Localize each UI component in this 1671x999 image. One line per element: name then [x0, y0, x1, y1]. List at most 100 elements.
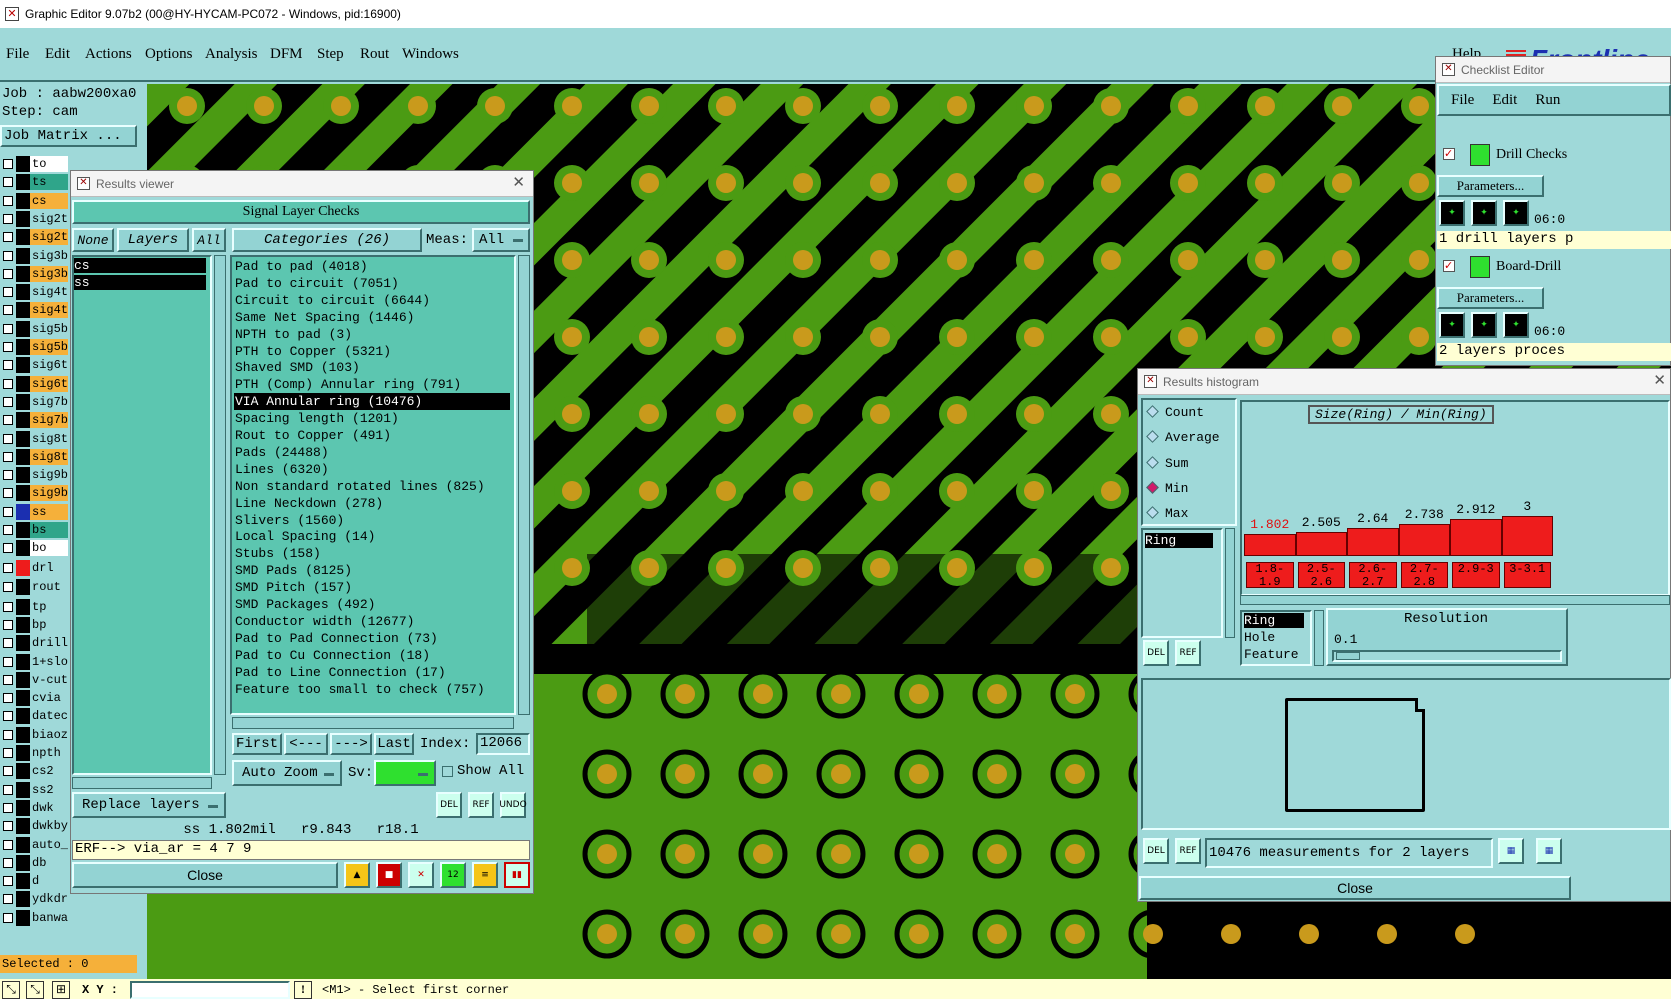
del-button[interactable]: DEL [436, 792, 462, 818]
replace-layers-select[interactable]: Replace layers [72, 792, 226, 818]
layer-name[interactable]: auto_c [30, 836, 68, 853]
hist-del-button[interactable]: DEL [1143, 640, 1169, 666]
histogram-bar[interactable] [1347, 527, 1399, 556]
layer-name[interactable]: biaozhi [30, 726, 68, 743]
category-item[interactable]: Lines (6320) [234, 461, 510, 478]
category-item[interactable]: NPTH to pad (3) [234, 326, 510, 343]
categories-button[interactable]: Categories (26) [232, 228, 422, 252]
layer-checkbox[interactable] [3, 638, 13, 649]
layer-checkbox[interactable] [3, 525, 13, 535]
category-item[interactable]: Pad to Pad Connection (73) [234, 630, 510, 647]
prev-button[interactable]: <--- [284, 733, 328, 755]
layer-name[interactable]: sig6t [30, 375, 68, 392]
layer-checkbox[interactable] [3, 433, 13, 444]
ref-button[interactable]: REF [468, 792, 494, 818]
attr-feature[interactable]: Feature [1244, 647, 1299, 662]
menu-actions[interactable]: Actions [85, 46, 132, 63]
layer-checkbox[interactable] [3, 619, 13, 630]
check-enabled-icon[interactable]: ✓ [1443, 260, 1455, 272]
layer-name[interactable]: sig5b [30, 320, 68, 337]
layer-list-hscrollbar[interactable] [72, 777, 212, 789]
category-item[interactable]: Circuit to circuit (6644) [234, 292, 510, 309]
layer-name[interactable]: sig6t [30, 357, 68, 374]
export2-icon-button[interactable]: ▦ [1536, 838, 1562, 864]
layer-name[interactable]: dwk [30, 799, 68, 816]
layer-checkbox[interactable] [3, 912, 13, 923]
layer-name[interactable]: sig2t [30, 210, 68, 227]
hist-ref-button[interactable]: REF [1175, 640, 1201, 666]
category-item[interactable]: Shaved SMD (103) [234, 359, 510, 376]
layer-checkbox[interactable] [3, 159, 13, 169]
stop-icon-button[interactable]: ■ [376, 862, 402, 888]
zoom-icon[interactable]: ⤡ [2, 981, 20, 999]
run-icon[interactable]: ✦ [1503, 200, 1529, 226]
checklist-item-drill[interactable]: Drill Checks [1496, 147, 1567, 163]
layer-checkbox[interactable] [3, 563, 13, 574]
layer-name[interactable]: sig5b [30, 339, 68, 355]
layer-name[interactable]: sig9b [30, 467, 68, 484]
export-icon-button[interactable]: ▦ [1498, 838, 1524, 864]
job-matrix-button[interactable]: Job Matrix ... [0, 125, 137, 147]
auto-zoom-select[interactable]: Auto Zoom [232, 760, 342, 786]
layer-checkbox[interactable] [3, 177, 13, 188]
layer-row[interactable]: banwai [0, 909, 137, 927]
attr-scrollbar[interactable] [1314, 610, 1324, 666]
menu-analysis[interactable]: Analysis [205, 46, 258, 63]
histogram-bar[interactable] [1398, 524, 1450, 556]
menu-edit[interactable]: Edit [45, 46, 70, 63]
layer-checkbox[interactable] [3, 784, 13, 795]
category-item[interactable]: Pads (24488) [234, 444, 510, 461]
layer-name[interactable]: d [30, 873, 68, 890]
category-item[interactable]: Feature too small to check (757) [234, 681, 510, 698]
layer-name[interactable]: bo [30, 540, 68, 557]
menu-windows[interactable]: Windows [402, 46, 459, 63]
menu-step[interactable]: Step [317, 46, 344, 63]
preview-del-button[interactable]: DEL [1143, 838, 1169, 864]
category-item[interactable]: Pad to pad (4018) [234, 258, 510, 275]
menu-file[interactable]: File [6, 46, 29, 63]
run-icon[interactable]: ✦ [1503, 312, 1529, 338]
layer-name[interactable]: sig4t [30, 284, 68, 301]
board-parameters-button[interactable]: Parameters... [1437, 287, 1544, 309]
run-icon[interactable]: ✦ [1439, 200, 1465, 226]
all-button[interactable]: All [192, 228, 226, 252]
category-item[interactable]: Same Net Spacing (1446) [234, 309, 510, 326]
counter-icon-button[interactable]: 12 [440, 862, 466, 888]
report-icon-button[interactable]: ≡ [472, 862, 498, 888]
close-icon[interactable]: ✕ [512, 173, 525, 191]
results-close-button[interactable]: Close [72, 862, 338, 888]
drill-parameters-button[interactable]: Parameters... [1437, 175, 1544, 197]
layer-checkbox[interactable] [3, 415, 13, 426]
layer-name[interactable]: ydkdrl [30, 891, 68, 908]
category-item[interactable]: Slivers (1560) [234, 512, 510, 529]
layer-checkbox[interactable] [3, 821, 13, 832]
layer-checkbox[interactable] [3, 451, 13, 462]
menu-dfm[interactable]: DFM [270, 46, 303, 63]
check-enabled-icon[interactable]: ✓ [1443, 148, 1455, 160]
layer-name[interactable]: dwkby [30, 818, 68, 835]
close-icon[interactable]: ✕ [1653, 371, 1666, 389]
layer-checkbox[interactable] [3, 396, 13, 407]
measure-scrollbar[interactable] [1225, 528, 1235, 638]
layer-checkbox[interactable] [3, 674, 13, 685]
pan-icon[interactable]: ⤡ [26, 981, 44, 999]
histogram-bar[interactable] [1244, 534, 1296, 556]
sv-color-select[interactable] [374, 760, 436, 786]
layer-checkbox[interactable] [3, 857, 13, 868]
layer-name[interactable]: cs2 [30, 763, 68, 780]
histogram-close-button[interactable]: Close [1139, 876, 1571, 900]
attr-hole[interactable]: Hole [1244, 630, 1275, 645]
layer-list-scrollbar[interactable] [214, 255, 226, 775]
first-button[interactable]: First [232, 733, 282, 755]
layer-name[interactable]: bp [30, 616, 68, 633]
layer-checkbox[interactable] [3, 287, 13, 298]
layer-checkbox[interactable] [3, 581, 13, 592]
mode-average-radio[interactable]: Average [1146, 430, 1220, 445]
checklist-menu-run[interactable]: Run [1535, 92, 1560, 109]
mode-sum-radio[interactable]: Sum [1146, 456, 1188, 471]
layer-name[interactable]: rout [30, 578, 68, 595]
index-input[interactable]: 12066 [476, 733, 530, 755]
layer-name[interactable]: drill [30, 635, 68, 652]
layer-checkbox[interactable] [3, 342, 13, 352]
layer-name[interactable]: datecode [30, 708, 68, 725]
